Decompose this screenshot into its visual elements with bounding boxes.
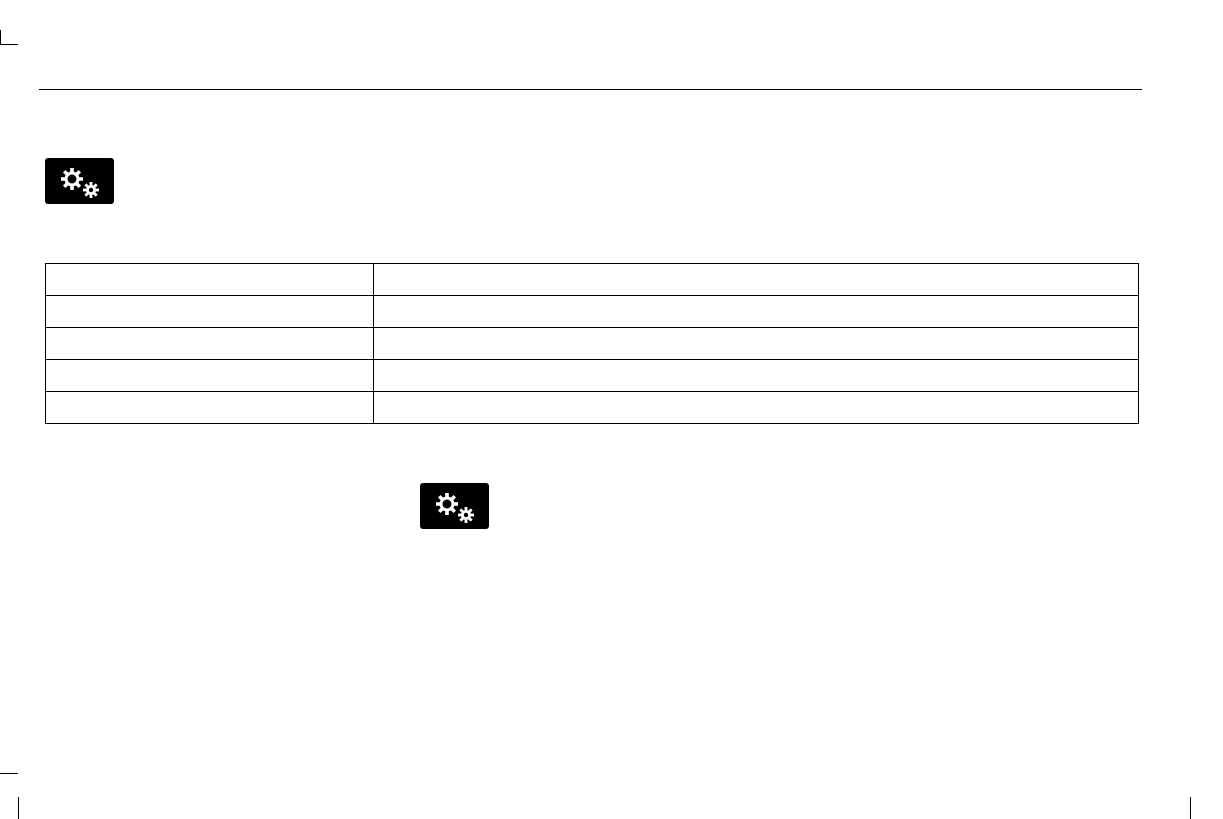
crop-mark-bottom-left-horizontal xyxy=(0,773,18,774)
table-cell-description xyxy=(373,391,1139,424)
crop-mark-top-left-horizontal xyxy=(0,44,18,45)
crop-mark-top-left-vertical xyxy=(0,30,1,45)
table-cell-setting xyxy=(45,295,374,328)
table-cell-setting xyxy=(45,327,374,360)
table-row xyxy=(45,359,1139,392)
crop-mark-bottom-left-vertical xyxy=(18,797,19,819)
settings-icon xyxy=(45,158,114,204)
settings-icon xyxy=(420,483,489,529)
crop-mark-bottom-right-vertical xyxy=(1190,797,1191,819)
gears-icon xyxy=(436,493,474,523)
table-row xyxy=(45,391,1139,424)
table-row xyxy=(45,295,1139,328)
table-cell-description xyxy=(373,327,1139,360)
table-cell-setting xyxy=(45,391,374,424)
table-cell-description xyxy=(373,295,1139,328)
header-rule xyxy=(39,89,1142,90)
table-cell-description xyxy=(373,263,1139,296)
table-cell-description xyxy=(373,359,1139,392)
table-cell-setting xyxy=(45,263,374,296)
table-row xyxy=(45,327,1139,360)
gears-icon xyxy=(61,168,99,198)
table-cell-setting xyxy=(45,359,374,392)
table-row xyxy=(45,263,1139,296)
settings-table xyxy=(45,263,1139,424)
